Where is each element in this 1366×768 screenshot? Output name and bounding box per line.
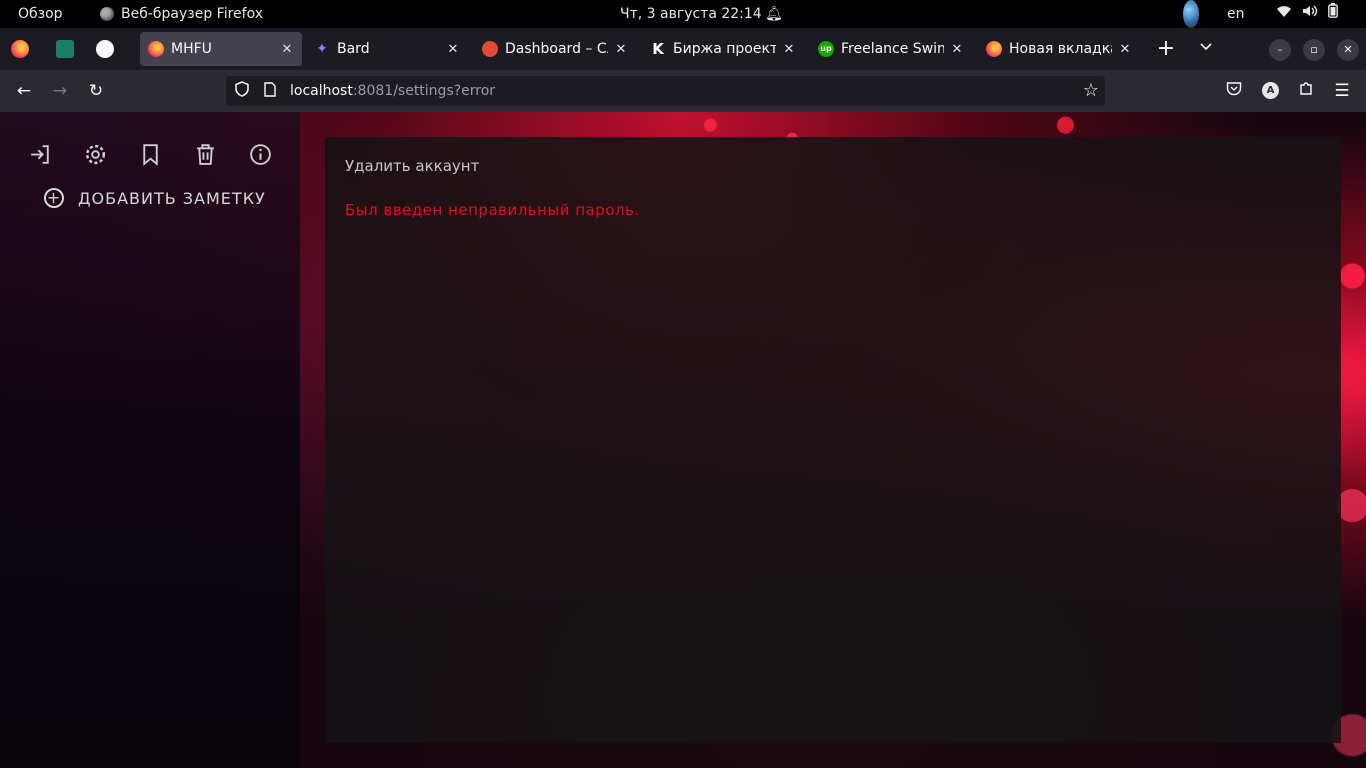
volume-icon	[1302, 0, 1318, 28]
url-bar[interactable]: localhost :8081/settings?error ☆	[226, 76, 1105, 106]
web-page: + ДОБАВИТЬ ЗАМЕТКУ Удалить аккаунт Был в…	[0, 112, 1366, 768]
add-note-button[interactable]: + ДОБАВИТЬ ЗАМЕТКУ	[44, 188, 266, 208]
close-tab-icon[interactable]: ✕	[782, 42, 796, 57]
system-top-bar: Обзор Веб-браузер Firefox Чт, 3 августа …	[0, 0, 1366, 28]
upwork-favicon-icon: up	[818, 41, 834, 57]
logout-icon[interactable]	[28, 142, 53, 167]
close-tab-icon[interactable]: ✕	[1118, 42, 1132, 57]
tab-freelance-swing[interactable]: up Freelance Swing ✕	[810, 32, 972, 66]
tab-strip: MHFU ✕ ✦ Bard ✕ Dashboard – Сло ✕ K Бирж…	[0, 28, 1366, 70]
tab-title: Bard	[337, 41, 370, 57]
tab-title: Биржа проектов	[673, 41, 776, 57]
navigation-toolbar: ← → ↻ localhost :8081/settings?error ☆ A…	[0, 70, 1366, 112]
kwork-favicon-icon: K	[652, 40, 664, 58]
tab-dashboard[interactable]: Dashboard – Сло ✕	[474, 32, 636, 66]
pinned-tab-github-icon[interactable]	[96, 40, 114, 58]
pinned-tab-chatgpt-icon[interactable]	[56, 40, 74, 58]
notification-bell-icon[interactable]: 🔔︎	[765, 0, 783, 28]
minimize-window-icon[interactable]: –	[1269, 39, 1291, 61]
system-menu[interactable]	[1276, 0, 1338, 28]
app-menu[interactable]: Веб-браузер Firefox	[100, 0, 263, 28]
account-avatar-icon[interactable]: A	[1262, 82, 1279, 99]
shield-icon[interactable]	[232, 81, 252, 101]
bookmark-icon[interactable]	[138, 142, 163, 167]
bookmark-star-icon[interactable]: ☆	[1083, 80, 1099, 101]
back-arrow-icon[interactable]: ←	[12, 80, 36, 102]
url-path: :8081/settings?error	[352, 83, 496, 99]
settings-panel: Удалить аккаунт Был введен неправильный …	[325, 137, 1341, 743]
clock[interactable]: Чт, 3 августа 22:14	[620, 0, 762, 28]
tab-title: MHFU	[171, 41, 212, 57]
firefox-favicon-icon	[148, 41, 164, 57]
settings-icon[interactable]	[83, 142, 108, 167]
app-name: Веб-браузер Firefox	[121, 6, 264, 22]
firefox-view-icon[interactable]	[11, 40, 29, 58]
add-note-label: ДОБАВИТЬ ЗАМЕТКУ	[78, 188, 266, 208]
tab-title: Dashboard – Сло	[505, 41, 608, 57]
plus-circle-icon: +	[44, 188, 64, 208]
bard-favicon-icon: ✦	[316, 41, 328, 57]
info-icon[interactable]	[248, 142, 273, 167]
wifi-icon	[1276, 0, 1292, 28]
status-globe-icon[interactable]	[1183, 0, 1199, 28]
activities-button[interactable]: Обзор	[18, 0, 63, 28]
close-tab-icon[interactable]: ✕	[614, 42, 628, 57]
sidebar-toolbar	[28, 142, 273, 167]
battery-icon	[1328, 0, 1338, 28]
forward-arrow-icon[interactable]: →	[48, 80, 72, 102]
close-tab-icon[interactable]: ✕	[446, 42, 460, 57]
new-tab-plus-icon[interactable]: +	[1153, 34, 1179, 64]
close-window-icon[interactable]: ✕	[1337, 39, 1359, 61]
dashboard-favicon-icon	[482, 41, 498, 57]
panel-title: Удалить аккаунт	[345, 157, 480, 175]
tab-mhfu[interactable]: MHFU ✕	[140, 32, 302, 66]
keyboard-layout[interactable]: en	[1227, 0, 1245, 28]
extensions-puzzle-icon[interactable]	[1294, 80, 1318, 102]
tab-title: Новая вкладка	[1009, 41, 1112, 57]
error-message: Был введен неправильный пароль.	[345, 201, 640, 219]
tab-bard[interactable]: ✦ Bard ✕	[306, 32, 468, 66]
pocket-icon[interactable]	[1222, 80, 1246, 102]
tab-freelance-exchange[interactable]: K Биржа проектов ✕	[642, 32, 804, 66]
trash-icon[interactable]	[193, 142, 218, 167]
hamburger-menu-icon[interactable]: ☰	[1330, 80, 1354, 102]
page-info-icon[interactable]	[260, 81, 280, 101]
sidebar: + ДОБАВИТЬ ЗАМЕТКУ	[0, 112, 300, 768]
tab-new-tab[interactable]: Новая вкладка ✕	[978, 32, 1140, 66]
url-host: localhost	[290, 83, 353, 99]
list-all-tabs-chevron-icon[interactable]	[1193, 34, 1219, 64]
firefox-icon	[100, 7, 114, 21]
close-tab-icon[interactable]: ✕	[950, 42, 964, 57]
maximize-window-icon[interactable]: ▫	[1303, 39, 1325, 61]
firefox-favicon-icon	[986, 41, 1002, 57]
tab-title: Freelance Swing	[841, 41, 944, 57]
close-tab-icon[interactable]: ✕	[280, 42, 294, 57]
reload-icon[interactable]: ↻	[84, 80, 108, 102]
